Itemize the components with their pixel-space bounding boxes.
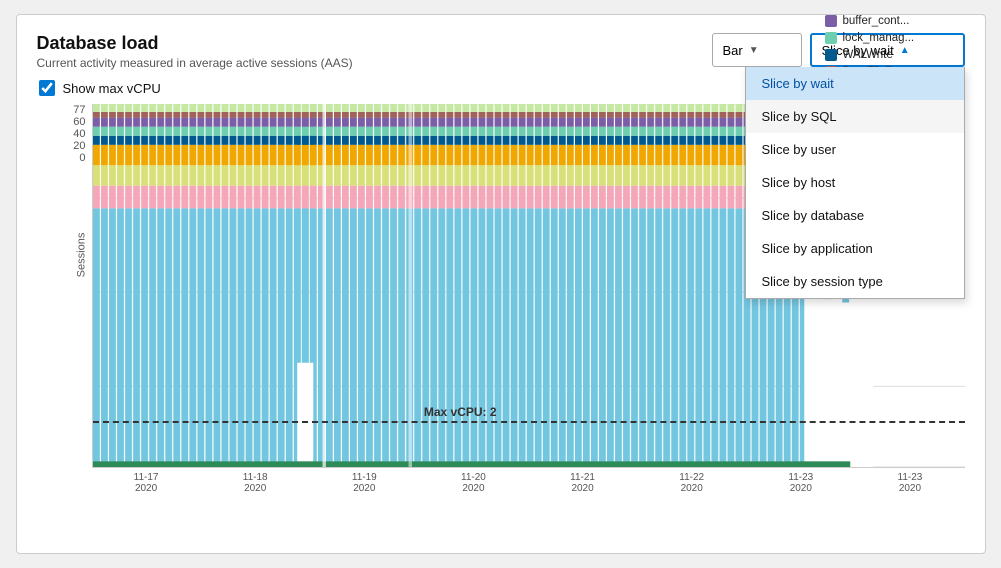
legend-item-buffer-cont: buffer_cont... <box>825 15 985 27</box>
x-label-3: 11-202020 <box>443 472 503 494</box>
legend-color-walwrite <box>825 49 837 61</box>
max-vcpu-line <box>93 421 965 423</box>
legend-color-buffer-cont <box>825 15 837 27</box>
legend-label-walwrite: WALWrite <box>843 49 893 61</box>
y-label-77: 77 <box>73 104 85 116</box>
y-axis: 77 60 40 20 0 <box>37 104 92 204</box>
x-label-1: 11-182020 <box>225 472 285 494</box>
x-axis: 11-172020 11-182020 11-192020 11-202020 … <box>92 468 965 494</box>
legend-color-lock-manag <box>825 32 837 44</box>
dropdown-item-application[interactable]: Slice by application <box>746 232 964 265</box>
dropdown-item-sql[interactable]: Slice by SQL <box>746 100 964 133</box>
page-subtitle: Current activity measured in average act… <box>37 56 353 70</box>
x-label-0: 11-172020 <box>116 472 176 494</box>
y-label-60: 60 <box>73 116 85 128</box>
chart-type-label: Bar <box>723 43 743 58</box>
x-label-7: 11-232020 <box>880 472 940 494</box>
show-max-vcpu-checkbox[interactable] <box>39 80 55 96</box>
y-axis-title: Sessions <box>75 233 87 278</box>
dropdown-item-user[interactable]: Slice by user <box>746 133 964 166</box>
y-label-0: 0 <box>79 152 85 164</box>
legend-label-lock-manag: lock_manag... <box>843 32 915 44</box>
slice-dropdown-menu: Slice by wait Slice by SQL Slice by user… <box>745 67 965 299</box>
legend-item-lock-manag: lock_manag... <box>825 32 985 44</box>
y-label-20: 20 <box>73 140 85 152</box>
x-label-5: 11-222020 <box>662 472 722 494</box>
database-load-card: Database load Current activity measured … <box>16 14 986 554</box>
x-label-2: 11-192020 <box>334 472 394 494</box>
legend-item-walwrite: WALWrite <box>825 49 985 61</box>
page-title: Database load <box>37 33 353 54</box>
dropdown-item-session-type[interactable]: Slice by session type <box>746 265 964 298</box>
title-block: Database load Current activity measured … <box>37 33 353 70</box>
x-label-4: 11-212020 <box>553 472 613 494</box>
dropdown-item-wait[interactable]: Slice by wait <box>746 67 964 100</box>
chart-type-select[interactable]: Bar ▼ <box>712 33 802 67</box>
y-axis-container: Sessions 77 60 40 20 0 <box>37 104 92 494</box>
chart-type-arrow: ▼ <box>749 45 759 56</box>
dropdown-item-database[interactable]: Slice by database <box>746 199 964 232</box>
max-vcpu-label: Max vCPU: 2 <box>424 405 497 419</box>
dropdown-item-host[interactable]: Slice by host <box>746 166 964 199</box>
legend-label-buffer-cont: buffer_cont... <box>843 15 910 27</box>
x-label-6: 11-232020 <box>771 472 831 494</box>
show-max-vcpu-label: Show max vCPU <box>63 81 161 96</box>
y-label-40: 40 <box>73 128 85 140</box>
